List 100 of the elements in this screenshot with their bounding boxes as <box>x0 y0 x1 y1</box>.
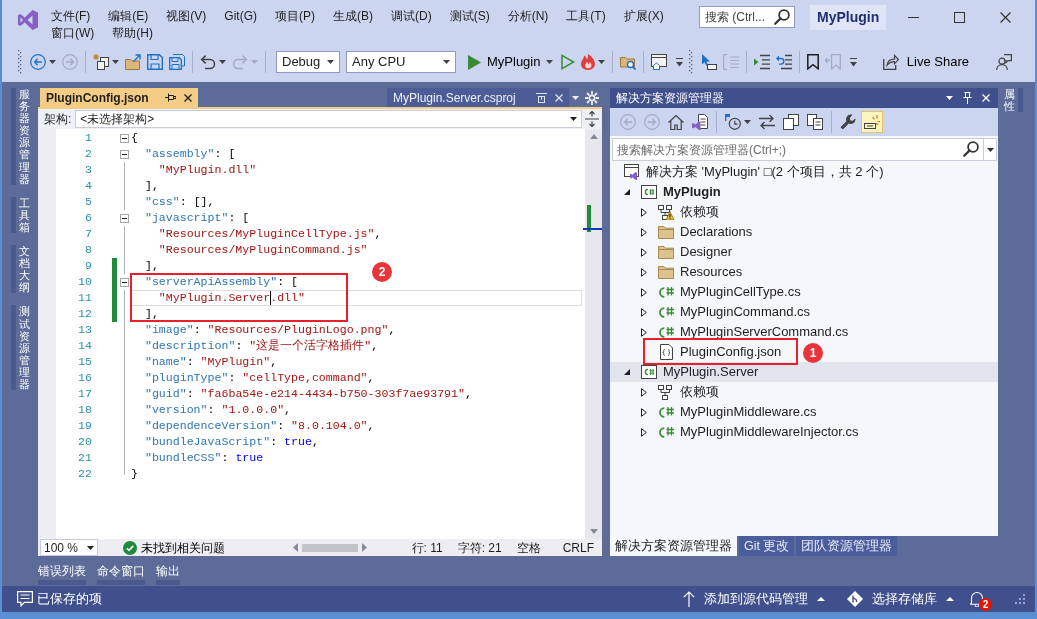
tree-item[interactable]: 解决方案 'MyPlugin' □(2 个项目，共 2 个) <box>620 162 884 182</box>
triangle-right-icon[interactable] <box>641 287 647 297</box>
menu-item[interactable]: Git(G) <box>215 8 266 25</box>
menu-item[interactable]: 分析(N) <box>498 8 558 25</box>
caret-down-icon[interactable] <box>112 60 119 64</box>
menu-item[interactable]: 文件(F) <box>42 8 100 25</box>
triangle-right-icon[interactable] <box>641 427 647 437</box>
triangle-right-icon[interactable] <box>641 327 647 337</box>
tree-item[interactable]: MyPlugin <box>617 182 721 202</box>
indent-indicator[interactable]: 空格 <box>516 538 541 557</box>
split-button[interactable] <box>582 111 602 127</box>
close-icon[interactable] <box>184 93 192 102</box>
side-tab[interactable]: 工具箱 <box>11 196 30 234</box>
platform-dropdown[interactable]: Any CPU <box>346 51 456 73</box>
scrollbar-thumb[interactable] <box>301 543 358 552</box>
caret-down-icon[interactable] <box>219 60 226 64</box>
tree-item[interactable]: 依赖项 <box>634 202 719 222</box>
triangle-right-icon[interactable] <box>641 267 647 277</box>
tree-item[interactable]: Designer <box>634 242 733 262</box>
pending-changes-button[interactable] <box>722 111 754 133</box>
tree-item[interactable]: 依赖项 <box>634 382 719 402</box>
overflow-caret-icon[interactable] <box>850 57 858 67</box>
minus-box-icon[interactable] <box>119 133 129 143</box>
caret-down-icon[interactable] <box>598 60 606 64</box>
menu-item[interactable]: 视图(V) <box>157 8 216 25</box>
tree-item[interactable]: Resources <box>634 262 743 282</box>
triangle-right-icon[interactable] <box>641 207 647 217</box>
panel-tab[interactable]: 团队资源管理器 <box>796 536 898 556</box>
live-share-button[interactable]: Live Share <box>878 52 973 72</box>
tree-item[interactable]: MyPlugin.Server <box>617 362 759 382</box>
switch-views-button[interactable] <box>689 111 711 133</box>
scrollbar-change-bar-icon <box>587 205 591 232</box>
preview-button[interactable] <box>861 111 883 133</box>
scope-dropdown[interactable]: <未选择架构> <box>75 110 582 128</box>
issues-button[interactable]: 未找到相关问题 <box>123 538 225 557</box>
tree-item[interactable]: Declarations <box>634 222 753 242</box>
menu-item[interactable]: 窗口(W) <box>42 25 104 42</box>
save-all-button[interactable] <box>166 51 188 73</box>
start-button[interactable]: MyPlugin <box>463 51 559 73</box>
scroll-right-icon[interactable] <box>361 543 367 552</box>
triangle-right-icon[interactable] <box>641 407 647 417</box>
caret-down-icon[interactable] <box>744 120 751 124</box>
caret-down-icon[interactable] <box>49 60 56 64</box>
minus-box-icon[interactable] <box>119 213 129 223</box>
menu-item[interactable]: 测试(S) <box>440 8 499 25</box>
triangle-right-icon[interactable] <box>641 387 647 397</box>
side-tab[interactable]: 测试资源管理器 <box>11 305 30 391</box>
search-options-button[interactable] <box>984 138 997 161</box>
triangle-right-icon[interactable] <box>641 227 647 237</box>
triangle-down-icon[interactable] <box>624 189 630 195</box>
settings-button[interactable] <box>582 88 602 107</box>
zoom-dropdown[interactable]: 100 % <box>40 539 98 556</box>
grip-icon[interactable] <box>689 50 694 74</box>
search-field[interactable]: 搜索 (Ctrl... <box>699 6 795 28</box>
new-item-button[interactable] <box>90 51 122 73</box>
feedback-button[interactable] <box>993 51 1015 73</box>
back-button[interactable] <box>27 51 59 73</box>
tree-item[interactable]: MyPluginMiddleware.cs <box>634 402 817 422</box>
minus-box-icon[interactable] <box>119 149 129 159</box>
tree-item[interactable]: PluginConfig.json <box>634 342 782 362</box>
tree-item[interactable]: MyPluginServerCommand.cs <box>634 322 849 342</box>
side-tab[interactable]: 属性 <box>1003 88 1023 113</box>
resize-grip-icon[interactable] <box>1015 594 1025 604</box>
panel-tab[interactable]: Git 更改 <box>739 536 795 556</box>
menu-item[interactable]: 工具(T) <box>557 8 615 25</box>
repository-button[interactable]: 选择存储库 <box>847 589 954 609</box>
tree-item[interactable]: MyPluginCommand.cs <box>634 302 811 322</box>
tree-item[interactable]: MyPluginCellType.cs <box>634 282 801 302</box>
side-tab[interactable]: 文档大纲 <box>11 245 30 294</box>
search-field[interactable]: 搜索解决方案资源管理器(Ctrl+;) <box>612 138 984 161</box>
collapse-all-button[interactable] <box>780 111 802 133</box>
triangle-right-icon[interactable] <box>641 307 647 317</box>
notifications-button[interactable] <box>970 591 984 607</box>
side-tab[interactable]: 服务器资源管理器 <box>11 88 30 185</box>
triangle-down-icon[interactable] <box>624 369 630 375</box>
configuration-dropdown[interactable]: Debug <box>276 51 340 73</box>
scroll-left-icon[interactable] <box>292 543 298 552</box>
tree-item[interactable]: MyPluginMiddlewareInjector.cs <box>634 422 859 442</box>
document-tab[interactable]: PluginConfig.json <box>40 88 198 107</box>
overflow-caret-icon[interactable] <box>676 57 684 67</box>
document-tab[interactable]: MyPlugin.Server.csproj <box>387 88 569 107</box>
scroll-down-icon[interactable] <box>589 529 598 534</box>
minus-box-icon[interactable] <box>119 277 129 287</box>
menu-item[interactable]: 调试(D) <box>382 8 441 25</box>
line-ending-indicator[interactable]: CRLF <box>562 538 594 557</box>
vertical-scrollbar[interactable] <box>585 129 602 539</box>
menu-item[interactable]: 项目(P) <box>266 8 324 25</box>
menu-item[interactable]: 帮助(H) <box>103 25 162 42</box>
show-all-files-button[interactable] <box>804 111 826 133</box>
menu-item[interactable]: 编辑(E) <box>99 8 158 25</box>
pin-box-icon[interactable] <box>536 92 547 103</box>
scroll-up-icon[interactable] <box>589 134 598 139</box>
panel-tab[interactable]: 解决方案资源管理器 <box>610 536 737 556</box>
menu-item[interactable]: 生成(B) <box>324 8 382 25</box>
menu-item[interactable]: 扩展(X) <box>614 8 673 25</box>
grip-icon[interactable] <box>18 50 22 74</box>
save-button[interactable] <box>144 51 166 73</box>
pin-icon[interactable] <box>165 93 176 102</box>
triangle-right-icon[interactable] <box>641 247 647 257</box>
source-control-button[interactable]: 添加到源代码管理 <box>683 589 825 609</box>
